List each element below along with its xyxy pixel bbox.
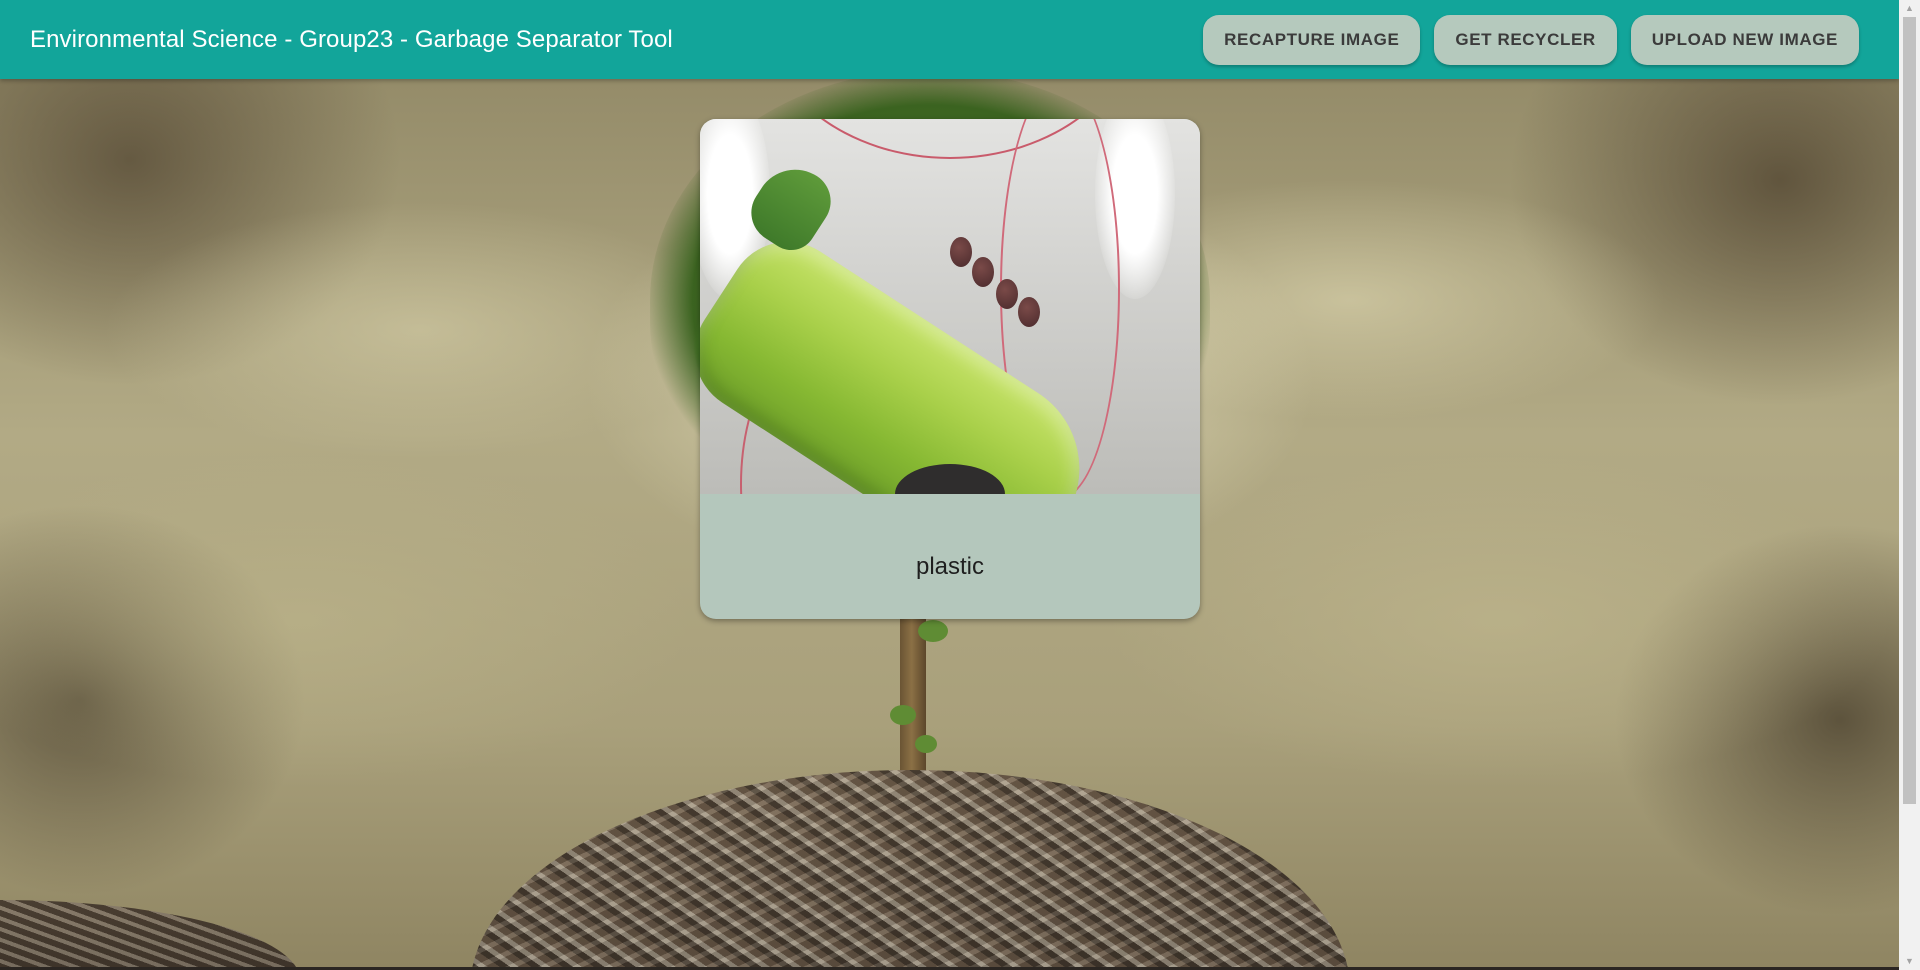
garbage-heap bbox=[470, 770, 1350, 967]
result-card: plastic bbox=[700, 119, 1200, 619]
garbage-heap-left bbox=[0, 900, 300, 967]
recapture-image-button[interactable]: RECAPTURE IMAGE bbox=[1203, 14, 1421, 65]
app-bar-actions: RECAPTURE IMAGE GET RECYCLER UPLOAD NEW … bbox=[1203, 14, 1859, 65]
finger bbox=[1018, 297, 1040, 327]
finger bbox=[996, 279, 1018, 309]
finger bbox=[972, 257, 994, 287]
captured-photo bbox=[700, 119, 1200, 494]
app-title: Environmental Science - Group23 - Garbag… bbox=[30, 25, 673, 53]
tree-sprout bbox=[915, 735, 937, 753]
scrollbar-thumb[interactable] bbox=[1903, 17, 1916, 804]
tree-sprout bbox=[918, 620, 948, 642]
tree-sprout bbox=[890, 705, 916, 725]
classification-label: plastic bbox=[915, 552, 985, 580]
chevron-up-icon[interactable]: ▲ bbox=[1899, 0, 1920, 17]
chevron-down-icon[interactable]: ▼ bbox=[1899, 953, 1920, 970]
vertical-scrollbar[interactable]: ▲ ▼ bbox=[1899, 0, 1920, 970]
finger bbox=[950, 237, 972, 267]
app-bar: Environmental Science - Group23 - Garbag… bbox=[0, 0, 1899, 79]
get-recycler-button[interactable]: GET RECYCLER bbox=[1434, 14, 1617, 65]
upload-new-image-button[interactable]: UPLOAD NEW IMAGE bbox=[1630, 14, 1859, 65]
